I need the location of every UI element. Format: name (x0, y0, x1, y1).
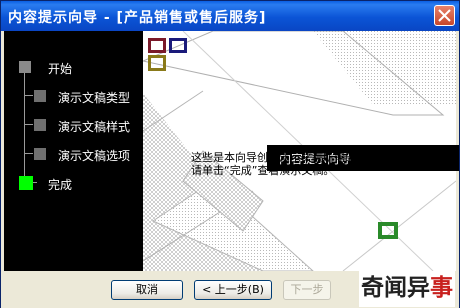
step-connector (25, 124, 33, 125)
steps-panel: 开始 演示文稿类型 演示文稿样式 演示文稿选项 完成 (4, 31, 138, 271)
back-button[interactable]: < 上一步(B) (194, 280, 272, 300)
decor-square-olive (148, 55, 166, 71)
step-marker-options (34, 148, 46, 160)
title-bar[interactable]: 内容提示向导 - [产品销售或售后服务] (1, 1, 459, 31)
step-marker-start (19, 61, 31, 73)
step-start[interactable]: 开始 (48, 60, 72, 77)
step-connector (25, 153, 33, 154)
cancel-button[interactable]: 取消 (111, 280, 183, 300)
step-marker-finish (19, 176, 33, 190)
decor-square-maroon (148, 38, 166, 53)
step-options[interactable]: 演示文稿选项 (58, 147, 130, 164)
description-line-1: 这些是本向导创建演示文稿所需的答案。 (191, 151, 389, 164)
next-button[interactable]: 下一步 (283, 280, 331, 300)
step-finish[interactable]: 完成 (48, 176, 72, 193)
decor-square-navy (169, 38, 187, 53)
step-marker-type (34, 90, 46, 102)
step-style[interactable]: 演示文稿样式 (58, 118, 130, 135)
step-type[interactable]: 演示文稿类型 (58, 89, 130, 106)
step-connector (25, 95, 33, 96)
decor-square-green (378, 222, 398, 239)
close-button[interactable] (434, 5, 455, 26)
step-marker-style (34, 119, 46, 131)
close-icon (438, 9, 451, 22)
description: 这些是本向导创建演示文稿所需的答案。 请单击“完成”查看演示文稿。 (191, 151, 389, 177)
description-line-2: 请单击“完成”查看演示文稿。 (191, 164, 335, 177)
watermark: 奇闻异事 (359, 271, 455, 307)
wizard-window: 内容提示向导 - [产品销售或售后服务] 开始 演示文稿类型 演示文稿样式 演示… (0, 0, 460, 308)
window-title: 内容提示向导 - [产品销售或售后服务] (8, 10, 267, 26)
